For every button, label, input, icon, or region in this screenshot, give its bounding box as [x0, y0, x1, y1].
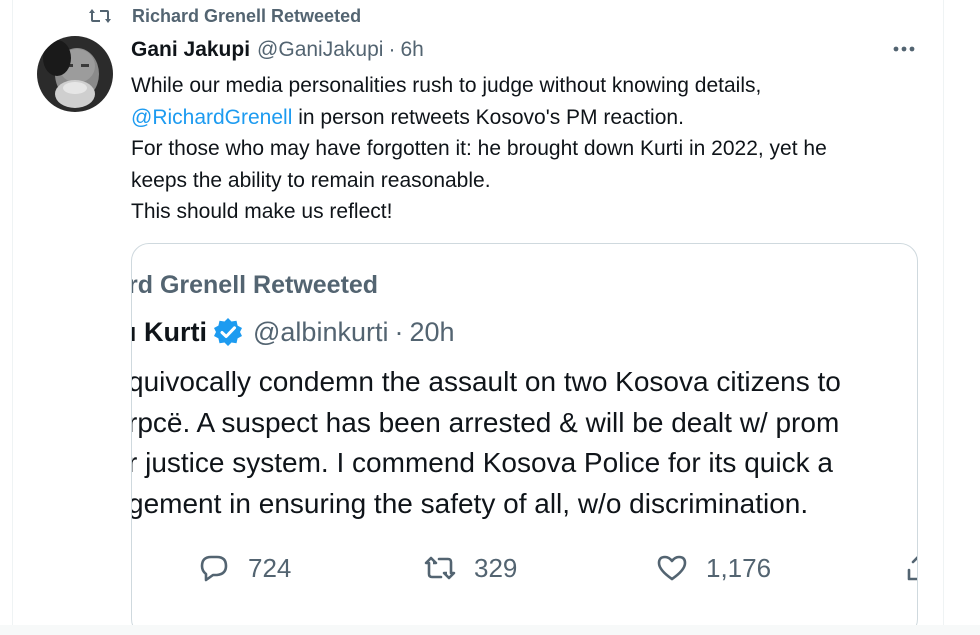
quoted-user-handle: @albinkurti — [253, 316, 389, 347]
retweet-banner[interactable]: Richard Grenell Retweeted — [88, 5, 361, 27]
more-icon — [893, 46, 915, 52]
tweet-text-line: While our media personalities rush to ju… — [131, 74, 762, 97]
retweet-action: 329 — [424, 548, 517, 588]
quoted-text-line: quivocally condemn the assault on two Ko… — [131, 366, 841, 397]
more-options-button[interactable] — [890, 38, 918, 60]
retweet-banner-label: Richard Grenell Retweeted — [132, 5, 362, 26]
retweet-icon — [88, 6, 112, 26]
quoted-display-name: ı Kurti — [131, 316, 207, 347]
avatar[interactable] — [37, 36, 113, 112]
tweet-text-line: @RichardGrenell in person retweets Kosov… — [131, 105, 684, 129]
retweet-icon — [424, 556, 456, 580]
share-icon — [907, 556, 917, 581]
share-action — [903, 548, 917, 588]
like-count: 1,176 — [706, 552, 772, 583]
quoted-text-line: rpcë. A suspect has been arrested & will… — [131, 406, 840, 438]
quoted-retweet-label: rd Grenell Retweeted — [131, 271, 379, 299]
mention-link[interactable]: @RichardGrenell — [131, 106, 292, 129]
quoted-tweet-card[interactable]: rd Grenell Retweeted ı Kurti @albinkurti… — [131, 243, 918, 635]
timeline-right-border — [943, 0, 944, 635]
quoted-timestamp: 20h — [409, 316, 455, 347]
reply-action: 724 — [198, 548, 291, 588]
timeline-left-border — [12, 0, 13, 635]
tweet-header: Gani Jakupi @GaniJakupi · 6h — [131, 37, 424, 63]
bottom-divider — [0, 625, 980, 635]
quoted-text-line: gement in ensuring the safety of all, w/… — [131, 487, 809, 519]
verified-badge-icon — [213, 317, 243, 347]
separator-dot: · — [388, 38, 396, 61]
user-handle[interactable]: @GaniJakupi — [257, 38, 383, 62]
tweet-text: While our media personalities rush to ju… — [131, 70, 931, 228]
tweet-text-line: This should make us reflect! — [131, 200, 393, 223]
quoted-text-line: r justice system. I commend Kosova Polic… — [131, 447, 833, 478]
quoted-tweet-header: ı Kurti @albinkurti · 20h — [131, 314, 455, 350]
heart-icon — [657, 555, 687, 581]
tweet-timestamp[interactable]: 6h — [400, 38, 423, 62]
reply-count: 724 — [248, 552, 292, 583]
like-action: 1,176 — [656, 548, 771, 588]
retweet-count: 329 — [474, 552, 518, 583]
quoted-tweet-screenshot: rd Grenell Retweeted ı Kurti @albinkurti… — [131, 244, 917, 635]
display-name[interactable]: Gani Jakupi — [131, 38, 250, 62]
reply-icon — [200, 555, 228, 582]
tweet-text-line: For those who may have forgotten it: he … — [131, 137, 827, 160]
tweet-text-line: keeps the ability to remain reasonable. — [131, 168, 491, 192]
quoted-separator-dot: · — [394, 316, 404, 347]
quoted-tweet-text: quivocally condemn the assault on two Ko… — [131, 362, 841, 524]
quoted-action-bar: 724 329 1,176 — [198, 548, 917, 588]
